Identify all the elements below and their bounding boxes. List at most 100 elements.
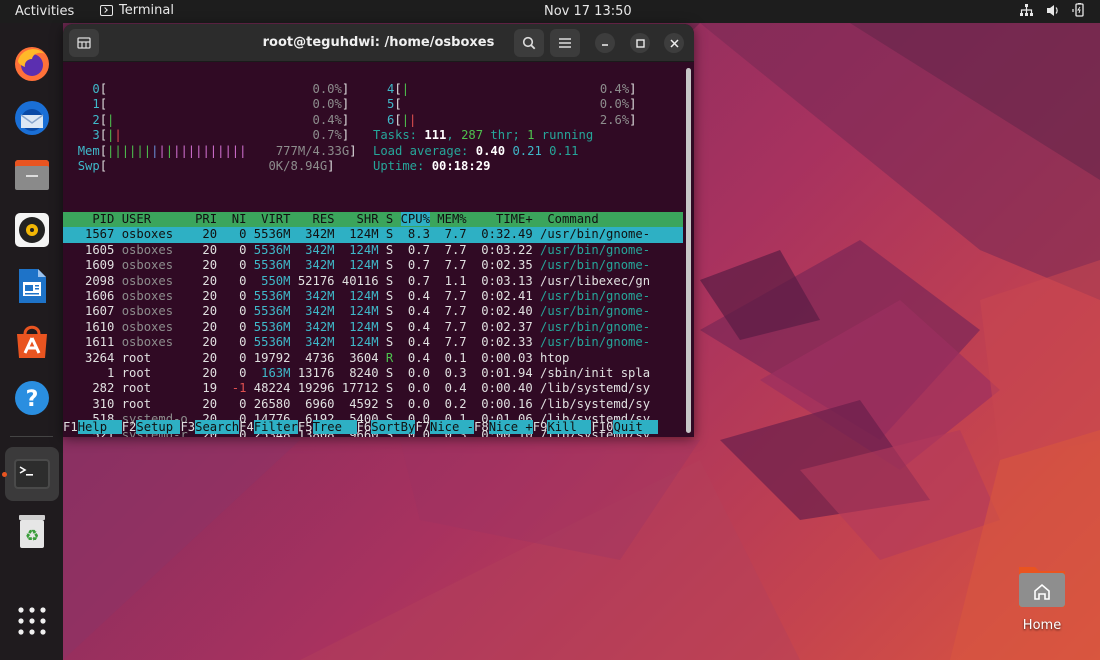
cell-time: 0:00.16 xyxy=(473,396,540,411)
table-row[interactable]: 1609 osboxes 20 0 5536M 342M 124M S 0.7 … xyxy=(63,258,650,273)
writer-icon[interactable] xyxy=(9,263,55,309)
column-header-command[interactable]: Command xyxy=(547,212,598,226)
column-header-s[interactable]: S xyxy=(386,212,401,226)
cpu-meter-0: 0[ 0.0%] xyxy=(92,82,350,96)
cell-time: 0:00.40 xyxy=(473,381,540,396)
system-tray[interactable] xyxy=(1020,3,1086,17)
cell-user: osboxes xyxy=(121,273,196,288)
fkey-label-f8[interactable]: Nice + xyxy=(488,420,533,434)
minimize-button[interactable] xyxy=(595,33,615,53)
cell-state: S xyxy=(385,273,401,288)
table-row[interactable]: 1567 osboxes 20 0 5536M 342M 124M S 8.3 … xyxy=(63,227,650,242)
cell-command: /lib/systemd/sy xyxy=(540,381,651,396)
header-labels: PID USER PRI NI VIRT RES SHR S CPU% MEM%… xyxy=(63,212,599,227)
cell-cpu: 0.4 xyxy=(400,289,438,303)
cell-state: S xyxy=(385,242,401,257)
fkey-f3: F3 xyxy=(180,420,196,434)
fkey-label-f7[interactable]: Nice - xyxy=(430,420,475,434)
table-row[interactable]: 1 root 20 0 163M 13176 8240 S 0.0 0.3 0:… xyxy=(63,366,650,381)
activities-button[interactable]: Activities xyxy=(15,4,74,19)
cell-mem: 7.7 xyxy=(437,319,474,334)
table-row[interactable]: 1605 osboxes 20 0 5536M 342M 124M S 0.7 … xyxy=(63,243,650,258)
column-header-mem[interactable]: MEM% xyxy=(430,212,489,226)
cell-shr: 8240 xyxy=(341,366,386,380)
cell-user: osboxes xyxy=(121,319,196,334)
trash-icon[interactable]: ♻ xyxy=(9,508,55,554)
cell-cpu: 0.7 xyxy=(400,242,438,257)
table-row[interactable]: 310 root 20 0 26580 6960 4592 S 0.0 0.2 … xyxy=(63,397,650,412)
fkey-label-f6[interactable]: SortBy xyxy=(371,420,416,434)
cell-user: osboxes xyxy=(121,242,196,257)
table-row[interactable]: 1607 osboxes 20 0 5536M 342M 124M S 0.4 … xyxy=(63,304,650,319)
table-row[interactable]: 1606 osboxes 20 0 5536M 342M 124M S 0.4 … xyxy=(63,289,650,304)
app-center-icon[interactable] xyxy=(9,319,55,365)
fkey-f8: F8 xyxy=(474,420,489,434)
table-row[interactable]: 2098 osboxes 20 0 550M 52176 40116 S 0.7… xyxy=(63,274,650,289)
cell-user: root xyxy=(121,396,196,411)
thunderbird-icon[interactable] xyxy=(9,95,55,141)
table-row[interactable]: 3264 root 20 0 19792 4736 3604 R 0.4 0.1… xyxy=(63,351,569,366)
home-folder-label: Home xyxy=(1022,618,1062,633)
maximize-button[interactable] xyxy=(630,33,650,53)
app-menu[interactable]: Terminal xyxy=(100,3,174,18)
load-average: Load average: 0.40 0.21 0.11 xyxy=(373,143,579,158)
cell-res: 4736 xyxy=(297,350,342,365)
fkey-label-f1[interactable]: Help xyxy=(77,420,122,434)
fkey-label-f5[interactable]: Tree xyxy=(312,420,357,434)
column-header-pri[interactable]: PRI xyxy=(195,212,224,226)
column-header-virt[interactable]: VIRT xyxy=(254,212,298,226)
rhythmbox-icon[interactable] xyxy=(9,207,55,253)
cell-shr: 124M xyxy=(341,335,386,350)
help-icon[interactable]: ? xyxy=(9,375,55,421)
title-bar[interactable]: root@teguhdwi: /home/osboxes xyxy=(63,24,694,62)
terminal-window[interactable]: root@teguhdwi: /home/osboxes 0[ 0.0%] 1[ xyxy=(63,24,694,437)
cell-command: /usr/bin/gnome- xyxy=(540,242,651,257)
cell-pid: 3264 xyxy=(63,350,122,365)
cell-res: 342M xyxy=(297,258,342,273)
cell-time: 0:02.37 xyxy=(473,319,540,334)
fkey-label-f10[interactable]: Quit xyxy=(613,420,658,434)
table-row[interactable]: 1611 osboxes 20 0 5536M 342M 124M S 0.4 … xyxy=(63,335,650,350)
column-header-res[interactable]: RES xyxy=(298,212,342,226)
cell-pri: 19 xyxy=(195,381,225,396)
cell-command: /usr/bin/gnome- xyxy=(540,258,651,273)
fkey-label-f9[interactable]: Kill xyxy=(547,420,592,434)
fkey-label-f3[interactable]: Search xyxy=(195,420,240,434)
scrollbar[interactable] xyxy=(686,68,691,433)
cell-res: 342M xyxy=(297,304,342,319)
cell-res: 52176 xyxy=(297,273,342,288)
app-grid-icon[interactable] xyxy=(9,598,55,644)
cell-command: /usr/bin/gnome- xyxy=(540,319,651,334)
column-header-time[interactable]: TIME+ xyxy=(489,212,548,226)
column-header-cpu[interactable]: CPU% xyxy=(400,212,430,226)
cell-pid: 282 xyxy=(63,381,122,396)
menu-button[interactable] xyxy=(550,29,580,57)
fkey-label-f2[interactable]: Setup xyxy=(136,420,181,434)
clock[interactable]: Nov 17 13:50 xyxy=(544,4,632,19)
cell-res: 342M xyxy=(297,242,342,257)
table-row[interactable]: 1610 osboxes 20 0 5536M 342M 124M S 0.4 … xyxy=(63,320,650,335)
cell-time: 0:02.35 xyxy=(473,258,540,273)
cell-time: 0:02.33 xyxy=(473,335,540,350)
table-row[interactable]: 282 root 19 -1 48224 19296 17712 S 0.0 0… xyxy=(63,381,650,396)
close-button[interactable] xyxy=(664,33,684,53)
terminal-content[interactable]: 0[ 0.0%] 1[ 0.0%] 2[| 0.4%] 3[|| 0.7%] M… xyxy=(63,63,685,437)
terminal-icon[interactable] xyxy=(9,451,55,497)
files-icon[interactable] xyxy=(9,151,55,197)
cell-command: /usr/bin/gnome- xyxy=(540,289,651,303)
search-button[interactable] xyxy=(514,29,544,57)
dock-separator xyxy=(10,436,53,437)
cell-state: S xyxy=(385,319,401,334)
cell-virt: 5536M xyxy=(253,304,298,319)
column-header-ni[interactable]: NI xyxy=(224,212,253,226)
column-header-user[interactable]: USER xyxy=(122,212,195,226)
cell-virt: 5536M xyxy=(253,289,298,303)
cell-shr: 124M xyxy=(341,304,386,319)
fkey-label-f4[interactable]: Filter xyxy=(253,420,298,434)
column-header-shr[interactable]: SHR xyxy=(342,212,386,226)
tasks-summary: Tasks: 111, 287 thr; 1 running xyxy=(373,128,594,143)
function-key-bar[interactable]: F1Help F2Setup F3SearchF4FilterF5Tree F6… xyxy=(63,420,685,435)
firefox-icon[interactable] xyxy=(9,40,55,86)
column-header-pid[interactable]: PID xyxy=(63,212,122,226)
home-folder[interactable]: Home xyxy=(1012,563,1072,633)
